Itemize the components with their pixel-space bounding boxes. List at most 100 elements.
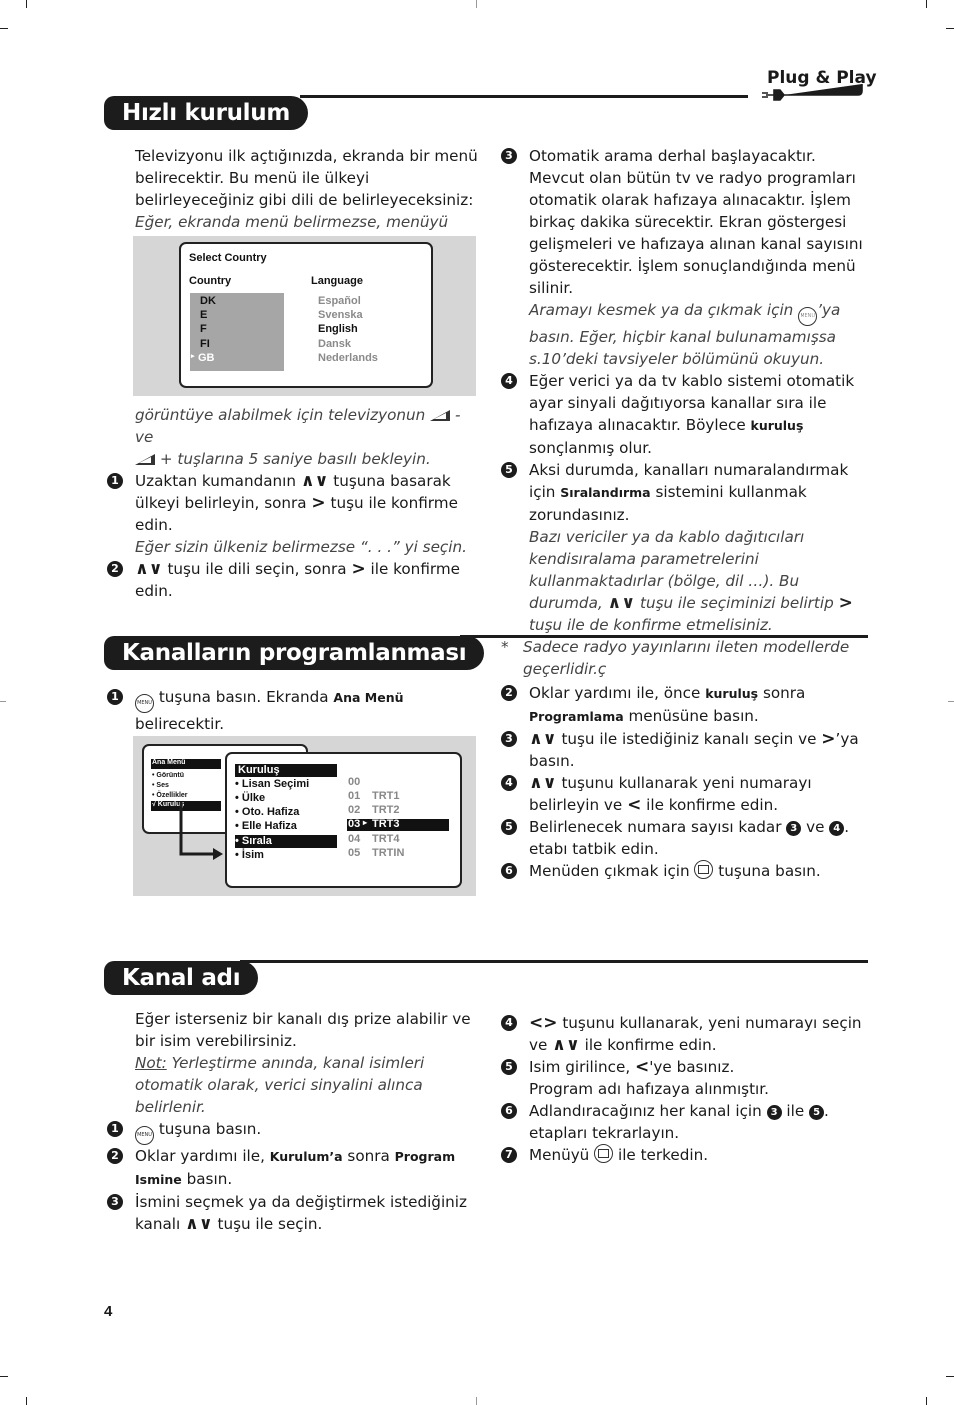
select-country-screen: Select Country Country Language DK E F F… bbox=[179, 242, 433, 388]
step-text: tuşu ile istediğiniz kanalı seçin ve bbox=[561, 730, 817, 748]
step-text: sonçlanmış olur. bbox=[529, 439, 652, 457]
step-5: 5 Belirlenecek numara sayısı kadar 3 ve … bbox=[501, 816, 866, 860]
language-option[interactable]: Nederlands bbox=[318, 352, 378, 364]
step-number: 7 bbox=[501, 1147, 517, 1163]
step-text: Isim girilince, bbox=[529, 1058, 631, 1076]
step-4: 4 ∧∨ tuşunu kullanarak yeni numarayı bel… bbox=[501, 772, 866, 816]
step-5: 5 Isim girilince, <'ye basınız. Program … bbox=[501, 1056, 866, 1100]
up-down-arrow-icon: ∧∨ bbox=[300, 471, 329, 491]
section-title-channel-programming: Kanalların programlanması bbox=[104, 636, 485, 670]
note-part: + tuşlarına 5 saniye basılı bekleyin. bbox=[159, 450, 431, 468]
note-part: tuşu ile seçiminizi belirtip bbox=[639, 594, 834, 612]
country-option[interactable]: F bbox=[200, 323, 207, 335]
channel-number-selected[interactable]: 03 bbox=[348, 818, 360, 830]
channel-number[interactable]: 05 bbox=[348, 847, 360, 859]
country-option[interactable]: DK bbox=[200, 295, 216, 307]
country-header: Country bbox=[189, 275, 232, 287]
step-6: 6 Adlandıracağınız her kanal için 3 ile … bbox=[501, 1100, 866, 1144]
menu-key-icon: MENU bbox=[135, 694, 154, 713]
country-option-selected[interactable]: GB bbox=[198, 352, 215, 364]
step-4: 4 <> tuşunu kullanarak, yeni numarayı se… bbox=[501, 1012, 866, 1056]
step-text: ile terkedin. bbox=[617, 1146, 709, 1164]
up-down-arrow-icon: ∧∨ bbox=[185, 1214, 213, 1234]
submenu-item[interactable]: • Oto. Hafiza bbox=[235, 806, 299, 818]
step-text: sonra bbox=[347, 1147, 390, 1165]
menu-term: Sıralandırma bbox=[560, 485, 651, 500]
step-number: 4 bbox=[501, 373, 517, 389]
note-body: Yerleştirme anında, kanal isimleri otoma… bbox=[135, 1054, 425, 1116]
menu-term: kuruluş bbox=[705, 686, 759, 701]
country-option[interactable]: E bbox=[200, 309, 207, 321]
step-text: menüsüne basın. bbox=[628, 707, 759, 725]
step-text: tuşu ile seçin. bbox=[217, 1215, 323, 1233]
note-part: görüntüye alabilmek için televizyonun bbox=[135, 406, 426, 424]
channel-number[interactable]: 00 bbox=[348, 776, 360, 788]
language-option[interactable]: Svenska bbox=[318, 309, 363, 321]
step-text: Uzaktan kumandanın bbox=[135, 472, 297, 490]
step-number: 3 bbox=[107, 1194, 123, 1210]
language-header: Language bbox=[311, 275, 363, 287]
note-part: Aramayı kesmek ya da çıkmak için bbox=[529, 301, 794, 319]
menu-term: kuruluş bbox=[750, 418, 804, 433]
section-rule bbox=[460, 635, 868, 638]
step-ref-icon: 3 bbox=[786, 821, 802, 836]
step-6: 6 Menüden çıkmak için tuşuna basın. bbox=[501, 860, 866, 882]
footnote-mark: * bbox=[501, 638, 509, 656]
section-title-channel-name: Kanal adı bbox=[104, 961, 259, 995]
channel-name-left-column: Eğer isterseniz bir kanalı dış prize ala… bbox=[107, 1008, 477, 1235]
submenu-item[interactable]: • İsim bbox=[235, 849, 264, 861]
step-number: 6 bbox=[501, 863, 517, 879]
step-2: 2 Oklar yardımı ile, önce kuruluş sonra … bbox=[501, 682, 866, 728]
channel-name-selected[interactable]: TRT3 bbox=[372, 818, 400, 830]
language-option-selected[interactable]: English bbox=[318, 323, 358, 335]
step-ref-icon: 3 bbox=[766, 1105, 782, 1120]
step-1: 1 Uzaktan kumandanın ∧∨ tuşuna basarak ü… bbox=[107, 470, 477, 558]
submenu-item[interactable]: • Lisan Seçimi bbox=[235, 778, 309, 790]
menu-term: Kurulum’a bbox=[269, 1149, 343, 1164]
step-text: 'ye basınız. bbox=[649, 1058, 735, 1076]
step-number: 2 bbox=[107, 561, 123, 577]
intro-text: Eğer isterseniz bir kanalı dış prize ala… bbox=[135, 1010, 471, 1050]
main-menu-item[interactable]: • Görüntü bbox=[152, 772, 184, 779]
submenu-item[interactable]: • Ülke bbox=[235, 792, 265, 804]
menu-key-icon: MENU bbox=[135, 1126, 154, 1145]
channel-name[interactable]: TRT4 bbox=[372, 833, 400, 845]
submenu-item-selected[interactable]: • Sırala bbox=[235, 835, 272, 847]
step-text: ile konfirme edin. bbox=[584, 1036, 717, 1054]
submenu-item[interactable]: • Elle Hafiza bbox=[235, 820, 297, 832]
step-text: ile bbox=[786, 1102, 805, 1120]
language-option[interactable]: Dansk bbox=[318, 338, 351, 350]
right-arrow-icon: > bbox=[821, 729, 836, 749]
country-option[interactable]: FI bbox=[200, 338, 210, 350]
crop-mark bbox=[476, 0, 477, 8]
step-text: Menüden çıkmak için bbox=[529, 862, 690, 880]
menu-term: Ana Menü bbox=[333, 690, 404, 705]
note-text: Eğer, ekranda menü belirmezse, menüyü bbox=[135, 213, 449, 231]
step-text: Program adı hafızaya alınmıştır. bbox=[529, 1080, 769, 1098]
channel-number[interactable]: 02 bbox=[348, 804, 360, 816]
channel-programming-right-column: 2 Oklar yardımı ile, önce kuruluş sonra … bbox=[501, 682, 866, 882]
country-list: DK E F FI ▸ GB bbox=[190, 293, 284, 371]
note-text: Not: Yerleştirme anında, kanal isimleri … bbox=[107, 1052, 477, 1118]
channel-name[interactable]: TRTIN bbox=[372, 847, 404, 859]
step-text: Adlandıracağınız her kanal için bbox=[529, 1102, 762, 1120]
channel-number[interactable]: 04 bbox=[348, 833, 360, 845]
up-down-arrow-icon: ∧∨ bbox=[529, 729, 557, 749]
main-menu-item[interactable]: • Özellikler bbox=[152, 792, 188, 799]
step-ref-icon: 4 bbox=[829, 821, 845, 836]
channel-name[interactable]: TRT2 bbox=[372, 804, 400, 816]
up-down-arrow-icon: ∧∨ bbox=[135, 559, 163, 579]
main-menu-item[interactable]: • Ses bbox=[152, 782, 169, 789]
language-option[interactable]: Español bbox=[318, 295, 361, 307]
plug-icon bbox=[762, 84, 863, 101]
channel-name[interactable]: TRT1 bbox=[372, 790, 400, 802]
step-number: 3 bbox=[501, 731, 517, 747]
channel-number[interactable]: 01 bbox=[348, 790, 360, 802]
step-note: Bazı vericiler ya da kablo dağıtıcıları … bbox=[529, 526, 866, 636]
step-text: basın. bbox=[186, 1170, 233, 1188]
menu-term: Programlama bbox=[529, 709, 624, 724]
quick-setup-left-column-lower: görüntüye alabilmek için televizyonun - … bbox=[107, 404, 477, 602]
right-arrow-icon: > bbox=[351, 559, 366, 579]
quick-setup-left-column: Televizyonu ilk açtığınızda, ekranda bir… bbox=[135, 145, 480, 233]
step-text: Oklar yardımı ile, önce bbox=[529, 684, 701, 702]
